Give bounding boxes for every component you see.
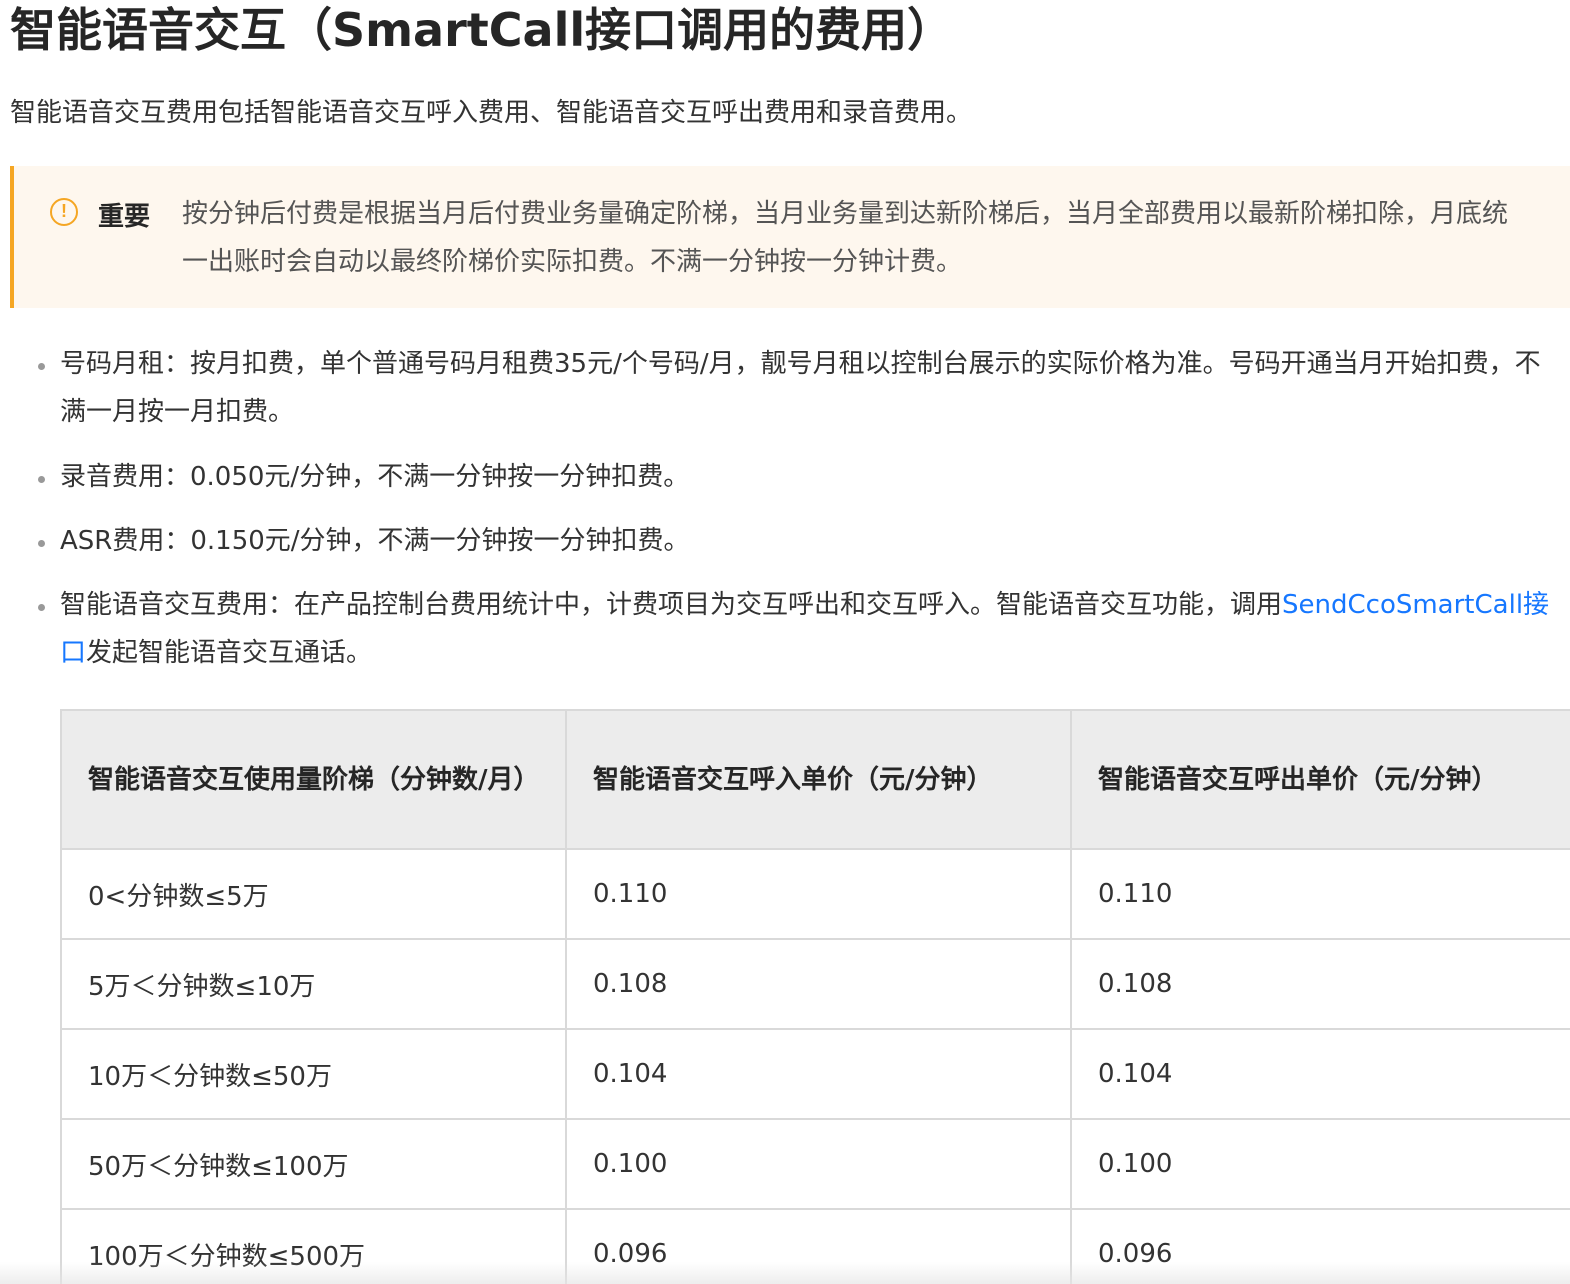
bullet-dot	[38, 604, 45, 611]
list-item-text-before: 智能语音交互费用：在产品控制台费用统计中，计费项目为交互呼出和交互呼入。智能语音…	[60, 590, 1283, 620]
list-item-text: ASR费用：0.150元/分钟，不满一分钟按一分钟扣费。	[60, 526, 690, 556]
table-cell-tier: 50万＜分钟数≤100万	[60, 1118, 567, 1210]
intro-paragraph: 智能语音交互费用包括智能语音交互呼入费用、智能语音交互呼出费用和录音费用。	[10, 98, 973, 128]
table-row: 50万＜分钟数≤100万 0.100 0.100	[60, 1118, 1570, 1210]
column-header-usage-tier: 智能语音交互使用量阶梯（分钟数/月）	[60, 709, 567, 850]
table-cell-outbound: 0.100	[1070, 1118, 1570, 1210]
table-cell-inbound: 0.104	[565, 1028, 1072, 1120]
document-page: 智能语音交互（SmartCall接口调用的费用） 智能语音交互费用包括智能语音交…	[0, 0, 1570, 1284]
table-cell-outbound: 0.104	[1070, 1028, 1570, 1120]
list-item-text-after: 发起智能语音交互通话。	[86, 638, 373, 668]
table-cell-outbound: 0.108	[1070, 938, 1570, 1030]
list-item-text: 智能语音交互费用：在产品控制台费用统计中，计费项目为交互呼出和交互呼入。智能语音…	[60, 581, 1560, 677]
table-cell-tier: 5万＜分钟数≤10万	[60, 938, 567, 1030]
page-title: 智能语音交互（SmartCall接口调用的费用）	[10, 3, 954, 57]
table-cell-inbound: 0.100	[565, 1118, 1072, 1210]
column-header-outbound-price: 智能语音交互呼出单价（元/分钟）	[1070, 709, 1570, 850]
column-header-inbound-price: 智能语音交互呼入单价（元/分钟）	[565, 709, 1072, 850]
table-row: 0<分钟数≤5万 0.110 0.110	[60, 848, 1570, 940]
table-cell-inbound: 0.110	[565, 848, 1072, 940]
list-item-text: 号码月租：按月扣费，单个普通号码月租费35元/个号码/月，靓号月租以控制台展示的…	[60, 349, 1541, 427]
table-row: 10万＜分钟数≤50万 0.104 0.104	[60, 1028, 1570, 1120]
bullet-dot	[38, 540, 45, 547]
notice-text: 按分钟后付费是根据当月后付费业务量确定阶梯，当月业务量到达新阶梯后，当月全部费用…	[182, 199, 1509, 277]
bullet-dot	[38, 363, 45, 370]
table-cell-tier: 0<分钟数≤5万	[60, 848, 567, 940]
table-cell-outbound: 0.110	[1070, 848, 1570, 940]
notice-label: 重要	[98, 202, 151, 232]
table-cell-tier: 10万＜分钟数≤50万	[60, 1028, 567, 1120]
table-header-row: 智能语音交互使用量阶梯（分钟数/月） 智能语音交互呼入单价（元/分钟） 智能语音…	[60, 709, 1570, 850]
important-notice: ! 重要 按分钟后付费是根据当月后付费业务量确定阶梯，当月业务量到达新阶梯后，当…	[10, 166, 1570, 308]
bottom-shadow	[0, 1262, 1570, 1284]
list-item-text: 录音费用：0.050元/分钟，不满一分钟按一分钟扣费。	[60, 462, 690, 492]
pricing-table: 智能语音交互使用量阶梯（分钟数/月） 智能语音交互呼入单价（元/分钟） 智能语音…	[60, 709, 1570, 1284]
table-row: 5万＜分钟数≤10万 0.108 0.108	[60, 938, 1570, 1030]
table-cell-inbound: 0.108	[565, 938, 1072, 1030]
bullet-dot	[38, 476, 45, 483]
exclamation-circle-icon: !	[50, 198, 78, 226]
